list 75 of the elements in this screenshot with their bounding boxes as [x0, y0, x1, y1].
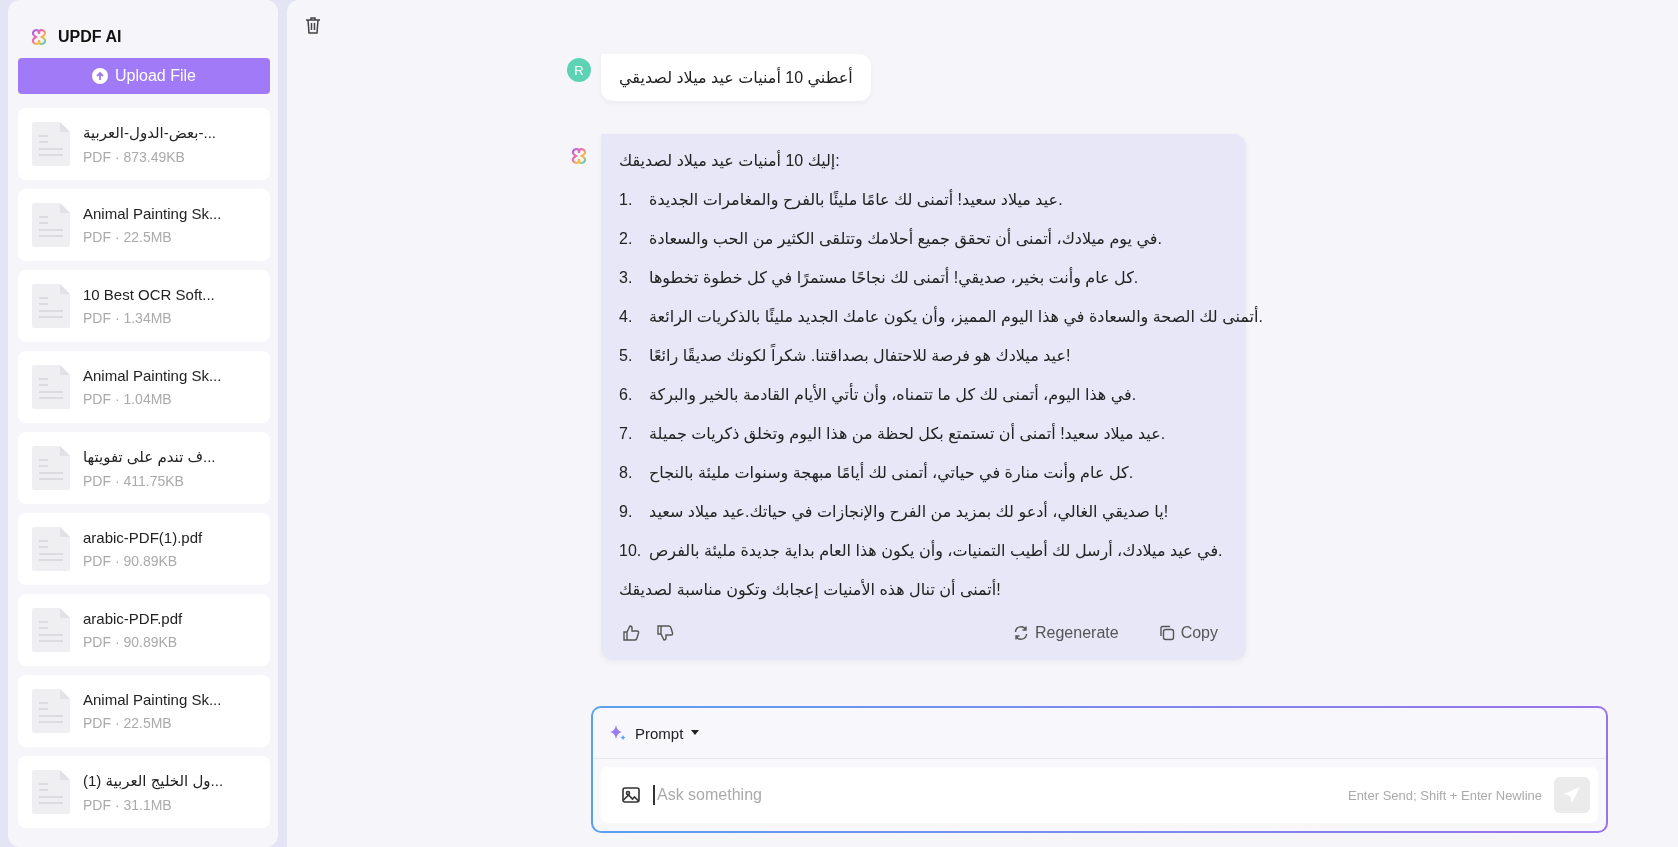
file-name: ...-بعض-الدول-العربية [83, 123, 217, 142]
item-number: 9. [619, 502, 634, 522]
document-icon [32, 203, 70, 247]
logo-icon [570, 147, 588, 165]
file-name: Animal Painting Sk... [83, 367, 222, 384]
document-icon [32, 284, 70, 328]
file-card[interactable]: Animal Painting Sk... PDF · 22.5MB [18, 675, 270, 747]
file-name: arabic-PDF.pdf [83, 610, 183, 627]
wish-text: في عيد ميلادك، أرسل لك أطيب التمنيات، وأن يكون هذا العام بداية جديدة مليئة بالفرص. [649, 540, 1223, 562]
refresh-icon [1013, 625, 1029, 641]
keyboard-hint: Enter Send; Shift + Enter Newline [1347, 787, 1542, 803]
answer-intro: إليك 10 أمنيات عيد ميلاد لصديقك: [619, 150, 841, 172]
document-icon [32, 122, 70, 166]
file-card[interactable]: arabic-PDF.pdf PDF · 90.89KB [18, 594, 270, 666]
wish-text: يا صديقي الغالي، أدعو لك بمزيد من الفرح والإنجازات في حياتك.عيد ميلاد سعيد! [649, 501, 1169, 523]
item-number: 10. [619, 541, 643, 561]
item-number: 4. [619, 307, 634, 327]
item-number: 8. [619, 463, 634, 483]
document-icon [32, 365, 70, 409]
message-input[interactable]: Ask something [653, 785, 1336, 805]
thumbs-down-icon [656, 624, 674, 642]
wish-text: كل عام وأنت منارة في حياتي، أتمنى لك أيامًا مبهجة وسنوات مليئة بالنجاح. [649, 462, 1134, 484]
prompt-mode-dropdown[interactable]: Prompt [609, 724, 700, 742]
document-icon [32, 608, 70, 652]
file-name: ...ول الخليج العربية (1) [83, 771, 224, 790]
file-name: Animal Painting Sk... [83, 691, 222, 708]
image-icon [621, 785, 641, 805]
document-icon [32, 527, 70, 571]
file-size: PDF · 411.75KB [83, 472, 185, 489]
copy-icon [1158, 625, 1175, 641]
file-card[interactable]: arabic-PDF(1).pdf PDF · 90.89KB [18, 513, 270, 585]
regenerate-button[interactable]: Regenerate [1007, 621, 1125, 645]
item-number: 2. [619, 229, 634, 249]
file-card[interactable]: Animal Painting Sk... PDF · 1.04MB [18, 351, 270, 423]
file-size: PDF · 22.5MB [83, 715, 173, 731]
caret-icon [691, 730, 700, 736]
item-number: 3. [619, 268, 634, 288]
item-number: 5. [619, 346, 634, 366]
document-icon [32, 770, 70, 814]
user-message: أعطني 10 أمنيات عيد ميلاد لصديقي [601, 54, 871, 101]
file-size: PDF · 873.49KB [83, 148, 186, 165]
thumbs-up-icon [622, 624, 640, 642]
file-name: Animal Painting Sk... [83, 205, 222, 222]
item-number: 6. [619, 385, 634, 405]
file-size: PDF · 90.89KB [83, 634, 179, 650]
file-size: PDF · 1.04MB [83, 391, 173, 407]
file-size: PDF · 1.34MB [83, 310, 173, 326]
app-title: UPDF AI [58, 27, 122, 46]
wish-text: أتمنى لك الصحة والسعادة في هذا اليوم المميز، وأن يكون عامك الجديد مليئًا بالذكريات الرائعة. [649, 306, 1263, 328]
document-icon [32, 446, 70, 490]
wish-text: عيد ميلادك هو فرصة للاحتفال بصداقتنا. شكراً لكونك صديقًا رائعًا! [649, 345, 1071, 367]
trash-icon [305, 16, 321, 34]
delete-button[interactable] [305, 16, 321, 34]
file-card[interactable]: Animal Painting Sk... PDF · 22.5MB [18, 189, 270, 261]
file-name: ...ف تندم على تفويتها [83, 447, 216, 466]
copy-button[interactable]: Copy [1152, 621, 1224, 645]
file-size: PDF · 31.1MB [83, 796, 173, 813]
document-icon [32, 689, 70, 733]
answer-outro: أتمنى أن تنال هذه الأمنيات إعجابك وتكون مناسبة لصديقك! [619, 579, 1002, 601]
file-card[interactable]: 10 Best OCR Soft... PDF · 1.34MB [18, 270, 270, 342]
user-avatar: R [567, 58, 591, 82]
wish-text: في هذا اليوم، أتمنى لك كل ما تتمناه، وأن تأتي الأيام القادمة بالخير والبركة. [649, 384, 1137, 406]
logo-icon [30, 27, 48, 46]
wish-text: عيد ميلاد سعيد! أتمنى أن تستمتع بكل لحظة من هذا اليوم وتخلق ذكريات جميلة. [649, 423, 1166, 445]
item-number: 1. [619, 190, 634, 210]
file-size: PDF · 90.89KB [83, 553, 179, 569]
file-name: 10 Best OCR Soft... [83, 286, 215, 303]
file-size: PDF · 22.5MB [83, 229, 173, 245]
wish-text: في يوم ميلادك، أتمنى أن تحقق جميع أحلامك وتتلقى الكثير من الحب والسعادة. [649, 228, 1162, 250]
wish-text: عيد ميلاد سعيد! أتمنى لك عامًا مليئًا بالفرح والمغامرات الجديدة. [649, 189, 1063, 211]
sparkle-icon [609, 724, 627, 742]
file-name: arabic-PDF(1).pdf [83, 529, 203, 546]
wish-text: كل عام وأنت بخير، صديقي! أتمنى لك نجاحًا مستمرًا في كل خطوة تخطوها. [649, 267, 1139, 289]
item-number: 7. [619, 424, 634, 444]
upload-icon [92, 68, 109, 84]
